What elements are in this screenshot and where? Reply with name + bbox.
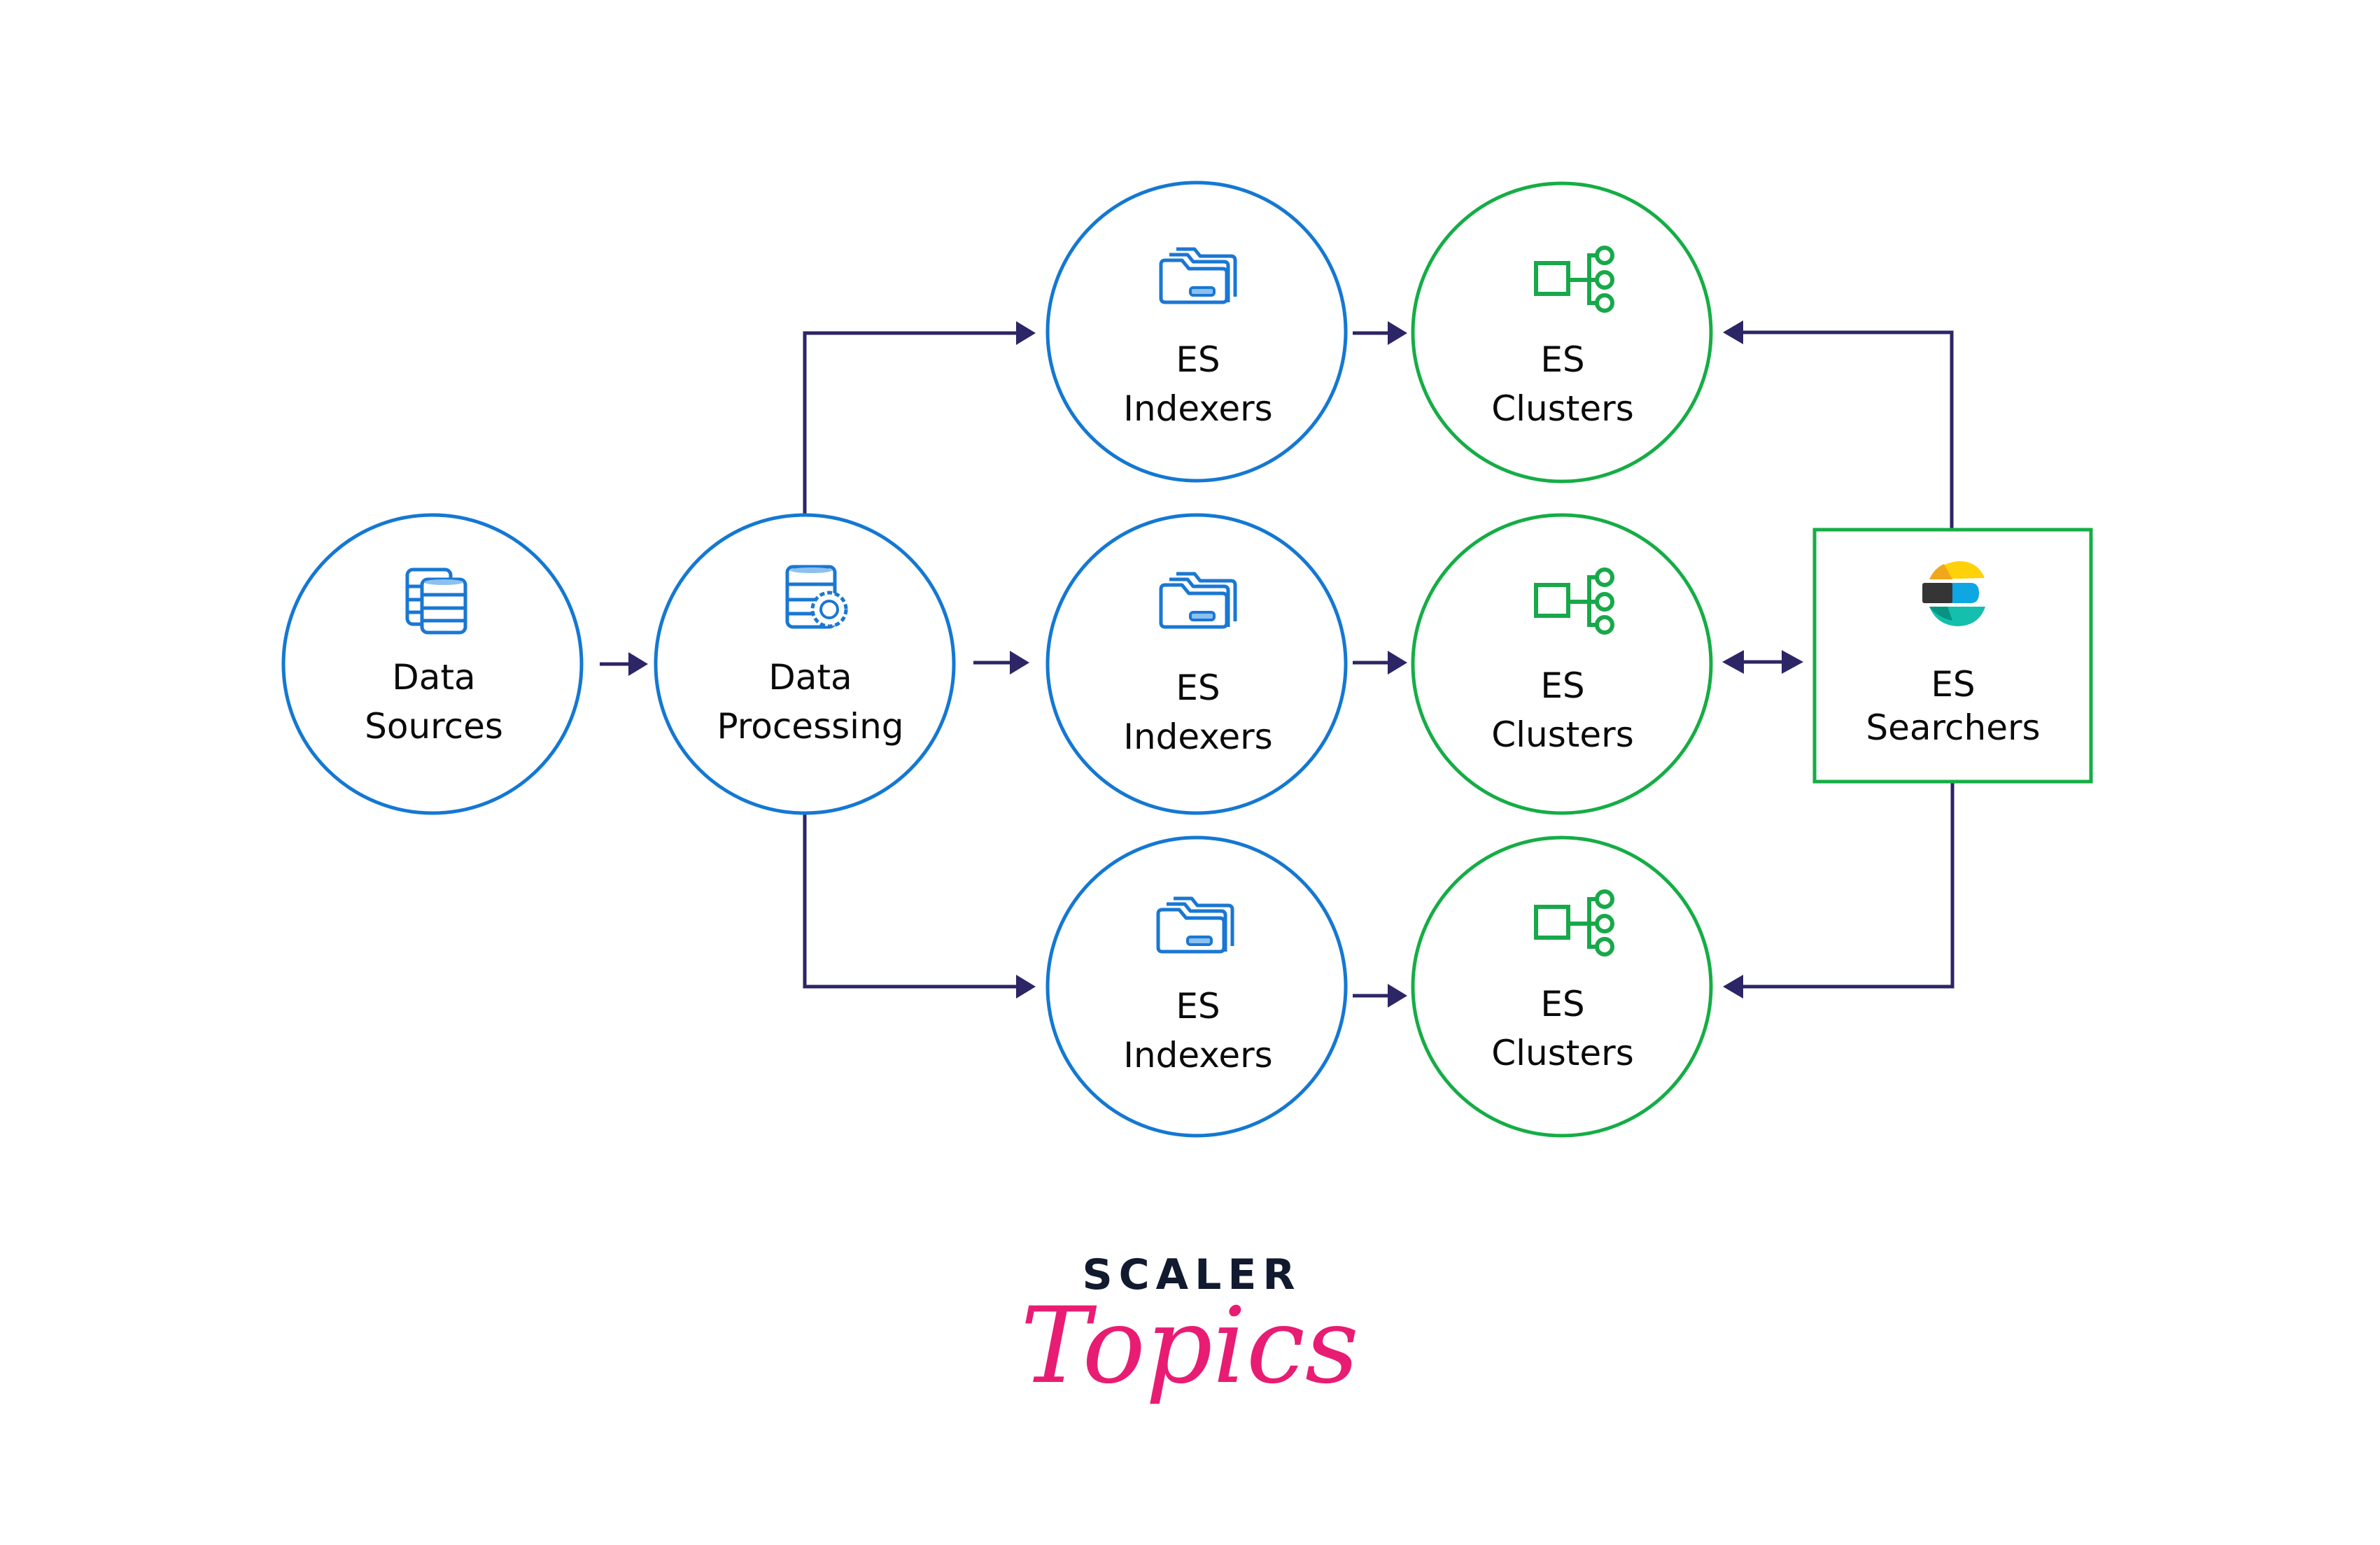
- node-cluster-mid[interactable]: ES Clusters: [1411, 513, 1713, 815]
- edge-searchers-cluster-mid-bidirectional: [1722, 650, 1803, 674]
- node-label-line1: ES: [1176, 668, 1220, 708]
- node-label-line2: Sources: [365, 706, 503, 747]
- node-label-line2: Indexers: [1123, 1035, 1272, 1075]
- node-indexer-mid[interactable]: ES Indexers: [1045, 513, 1348, 815]
- node-searchers[interactable]: ES Searchers: [1812, 528, 2093, 784]
- node-label-line1: ES: [1176, 339, 1220, 380]
- edge-processing-to-indexer-bottom: [803, 814, 1036, 999]
- edge-indexer-to-cluster-mid: [1353, 651, 1407, 675]
- node-label-line2: Clusters: [1491, 714, 1634, 755]
- edge-sources-to-processing: [600, 652, 648, 676]
- edge-processing-to-indexer-top: [803, 321, 1036, 514]
- brand-script: Topics: [1020, 1285, 1359, 1407]
- node-indexer-top[interactable]: ES Indexers: [1045, 181, 1348, 483]
- node-label-line1: ES: [1540, 984, 1584, 1024]
- node-data-sources[interactable]: Data Sources: [281, 513, 584, 815]
- edge-searchers-to-cluster-top: [1723, 320, 1954, 528]
- node-indexer-bottom[interactable]: ES Indexers: [1045, 835, 1348, 1138]
- edge-processing-to-indexer-mid: [973, 651, 1029, 675]
- node-label-line2: Clusters: [1491, 1033, 1634, 1073]
- node-label-line1: ES: [1540, 339, 1584, 380]
- edge-indexer-to-cluster-top: [1353, 321, 1407, 345]
- node-label-line2: Indexers: [1123, 717, 1272, 757]
- node-label-line2: Clusters: [1491, 388, 1634, 429]
- node-label-line1: Data: [392, 657, 475, 698]
- edge-searchers-to-cluster-bottom: [1723, 782, 1955, 999]
- scaler-topics-logo: SCALER Topics: [1020, 1250, 1359, 1407]
- node-cluster-bottom[interactable]: ES Clusters: [1411, 835, 1713, 1138]
- edge-indexer-to-cluster-bottom: [1353, 984, 1407, 1008]
- node-label-line1: Data: [768, 657, 852, 698]
- node-cluster-top[interactable]: ES Clusters: [1411, 181, 1713, 484]
- node-data-processing[interactable]: Data Processing: [654, 513, 956, 815]
- node-label-line1: ES: [1540, 665, 1584, 706]
- node-label-line1: ES: [1176, 986, 1220, 1027]
- node-label-line2: Searchers: [1866, 707, 2040, 748]
- node-label-line2: Indexers: [1123, 388, 1272, 429]
- node-label-line1: ES: [1931, 664, 1975, 705]
- node-label-line2: Processing: [717, 706, 904, 747]
- architecture-diagram: Data Sources Data Processing ES Indexers: [281, 181, 2093, 1407]
